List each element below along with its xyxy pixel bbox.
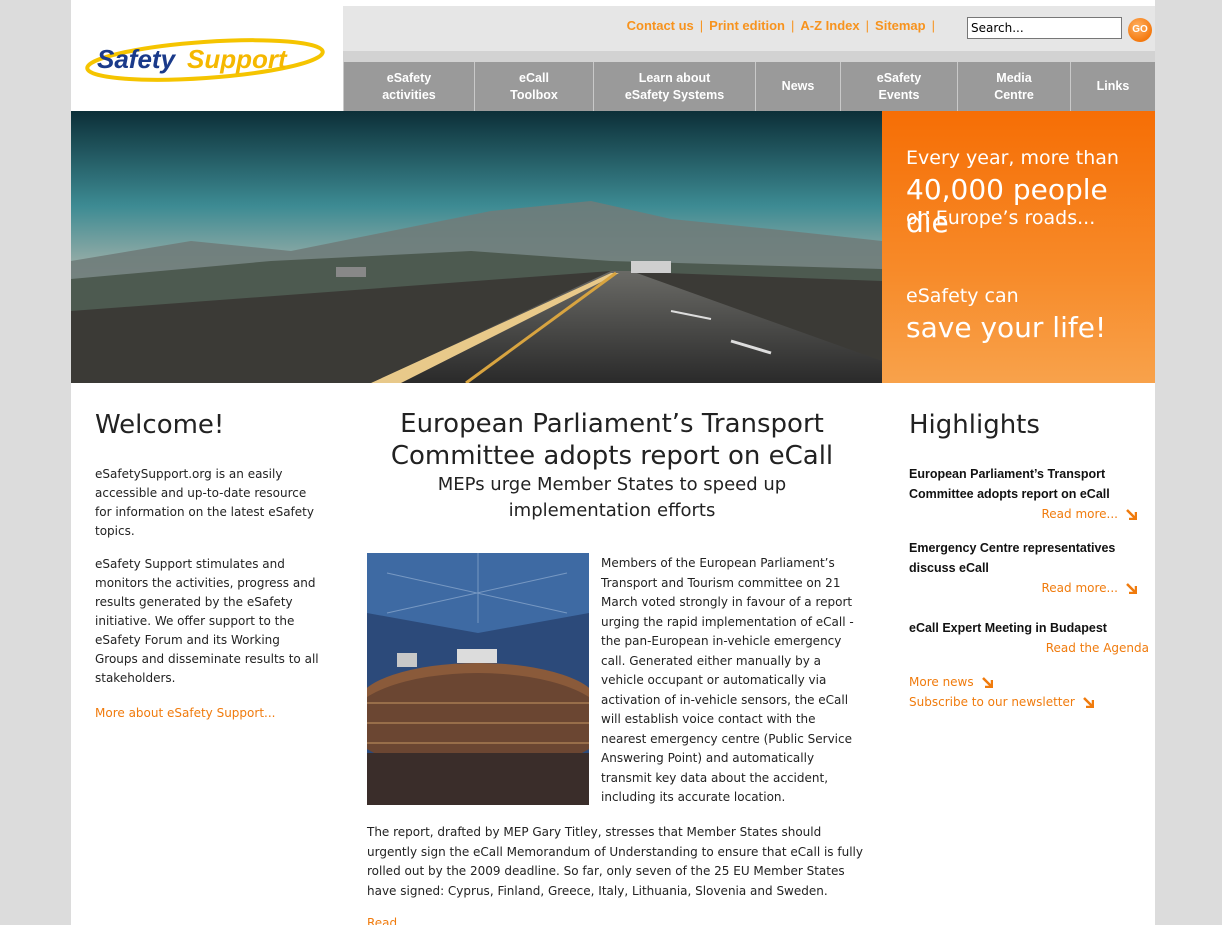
more-about-link[interactable]: More about eSafety Support...: [95, 706, 275, 720]
promo-line-5: save your life!: [906, 311, 1107, 344]
road-landscape-illustration: [71, 111, 882, 383]
separator: |: [699, 18, 704, 33]
promo-line-3: on Europe’s roads...: [906, 207, 1096, 229]
highlight-headline[interactable]: European Parliament’s Transport Committe…: [909, 464, 1149, 504]
highlights-title: Highlights: [909, 410, 1040, 440]
logo-text-support: Support: [187, 44, 288, 74]
highlight-item: Emergency Centre representatives discuss…: [909, 538, 1149, 598]
newsletter-label: Subscribe to our newsletter: [909, 695, 1075, 709]
separator: |: [865, 18, 870, 33]
separator: |: [791, 18, 795, 33]
page-container: Safety Support Contact us | Print edition |…: [71, 0, 1155, 925]
nav-ecall-toolbox[interactable]: eCall Toolbox: [474, 62, 593, 111]
article-subtitle: MEPs urge Member States to speed up impl…: [437, 474, 787, 521]
search-input[interactable]: [967, 17, 1122, 39]
nav-links[interactable]: Links: [1070, 62, 1155, 111]
hero-road-image: [71, 111, 882, 383]
read-agenda-link[interactable]: Read the Agenda: [909, 638, 1149, 658]
promo-line-4: eSafety can: [906, 285, 1019, 307]
nav-esafety-activities[interactable]: eSafety activities: [343, 62, 474, 111]
contact-us-link[interactable]: Contact us: [627, 18, 694, 33]
nav-learn-esafety-systems[interactable]: Learn about eSafety Systems: [593, 62, 755, 111]
arrow-down-right-icon: [1082, 697, 1094, 708]
separator: |: [931, 18, 935, 33]
arrow-down-right-icon: [981, 677, 993, 688]
article-body-2: The report, drafted by MEP Gary Titley, …: [367, 825, 863, 898]
promo-line-1: Every year, more than: [906, 147, 1119, 169]
main-article: European Parliament’s Transport Committe…: [367, 408, 863, 925]
more-news-link[interactable]: More news: [909, 672, 1149, 692]
more-news-label: More news: [909, 675, 974, 689]
main-nav: eSafety activities eCall Toolbox Learn a…: [343, 51, 1155, 111]
search-go-button[interactable]: GO: [1128, 18, 1152, 42]
welcome-title: Welcome!: [95, 410, 225, 440]
parliament-photo: [367, 553, 589, 805]
print-edition-link[interactable]: Print edition: [709, 18, 785, 33]
nav-items: eSafety activities eCall Toolbox Learn a…: [343, 62, 1155, 111]
nav-media-centre[interactable]: Media Centre: [957, 62, 1070, 111]
az-index-link[interactable]: A-Z Index: [800, 18, 859, 33]
safety-support-logo[interactable]: Safety Support: [85, 38, 335, 82]
nav-news[interactable]: News: [755, 62, 840, 111]
arrow-down-right-icon: [1126, 583, 1137, 594]
read-more-link[interactable]: Read more...: [909, 504, 1149, 524]
logo-text-safety: Safety: [97, 44, 177, 74]
article-title: European Parliament’s Transport Committe…: [390, 409, 834, 471]
read-more-link[interactable]: Read more...: [909, 578, 1149, 598]
logo-area: Safety Support: [71, 6, 344, 111]
utility-bar: Contact us | Print edition | A-Z Index | Sitem…: [343, 6, 1155, 51]
nav-strip: [343, 51, 1155, 62]
parliament-hall-illustration: [367, 553, 589, 805]
article-body-1: Members of the European Parliament’s Tra…: [601, 556, 854, 804]
nav-esafety-events[interactable]: eSafety Events: [840, 62, 957, 111]
utility-links: Contact us | Print edition | A-Z Index | Sitem…: [627, 18, 941, 33]
read-more-label: Read more...: [1041, 507, 1119, 521]
welcome-column: Welcome! eSafetySupport.org is an easily…: [95, 410, 323, 721]
highlight-item: eCall Expert Meeting in Budapest Read th…: [909, 618, 1149, 658]
highlight-item: European Parliament’s Transport Committe…: [909, 464, 1149, 524]
welcome-paragraph-1: eSafetySupport.org is an easily accessib…: [95, 467, 314, 538]
read-more-label: Read more...: [1041, 581, 1119, 595]
article-read-link[interactable]: Read...: [367, 916, 409, 925]
promo-line-2: 40,000 people die: [906, 173, 1108, 239]
welcome-paragraph-2: eSafety Support stimulates and monitors …: [95, 557, 319, 685]
promo-banner: Every year, more than 40,000 people die …: [882, 111, 1155, 383]
highlights-column: Highlights European Parliament’s Transpo…: [909, 410, 1149, 712]
highlight-headline[interactable]: Emergency Centre representatives discuss…: [909, 538, 1149, 578]
sitemap-link[interactable]: Sitemap: [875, 18, 926, 33]
newsletter-link[interactable]: Subscribe to our newsletter: [909, 692, 1149, 712]
highlight-headline[interactable]: eCall Expert Meeting in Budapest: [909, 618, 1149, 638]
arrow-down-right-icon: [1126, 509, 1137, 520]
